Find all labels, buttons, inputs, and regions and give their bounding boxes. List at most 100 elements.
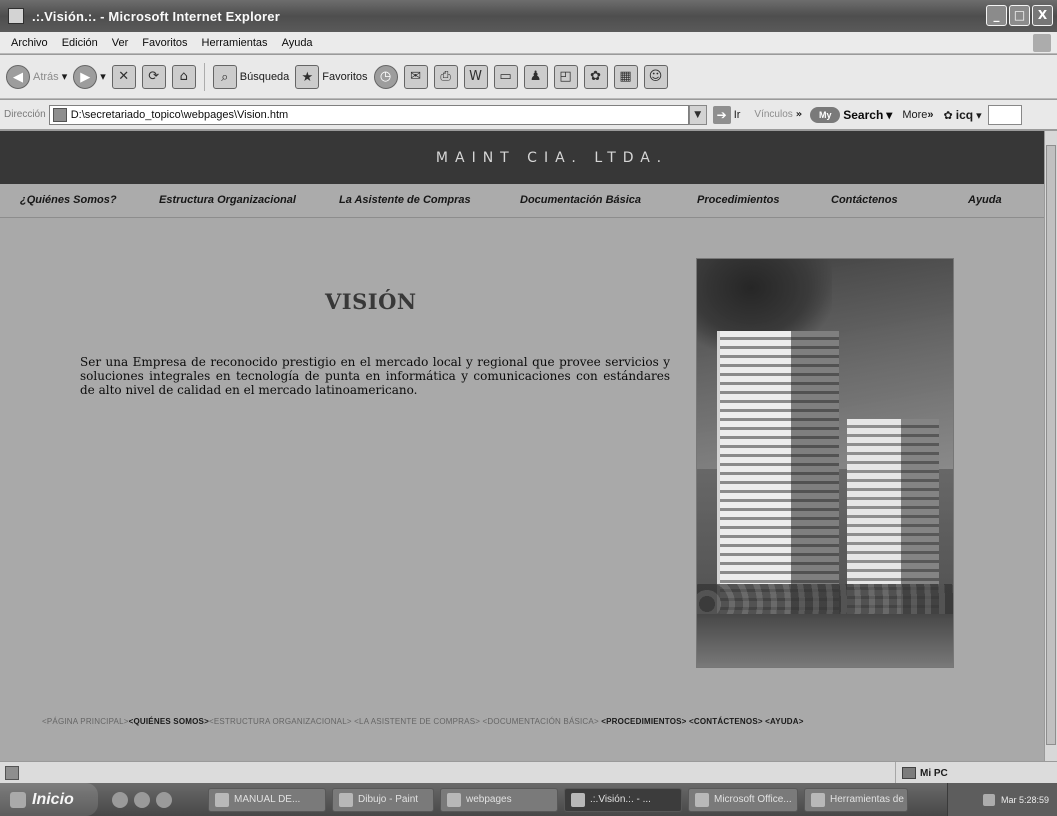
icq-button[interactable]: ✿ icq ▾ [944,108,982,122]
task-herramientas[interactable]: Herramientas de P... [804,787,908,812]
window-title: .:.Visión.:. - Microsoft Internet Explor… [32,8,280,24]
minimize-button[interactable]: _ [986,5,1007,26]
nav-estructura-organizacional[interactable]: Estructura Organizacional [159,194,296,206]
edit-icon[interactable]: W [463,64,488,89]
links-label[interactable]: Vínculos [754,109,792,120]
media-quick-icon[interactable] [156,791,172,808]
print-icon[interactable]: ⎙ [433,64,458,89]
menu-bar: Archivo Edición Ver Favoritos Herramient… [0,32,1057,54]
nav-asistente-compras[interactable]: La Asistente de Compras [339,194,471,206]
refresh-icon[interactable]: ⟳ [141,64,166,89]
office-icon [695,792,709,807]
address-input[interactable]: D:\secretariado_topico\webpages\Vision.h… [48,104,689,125]
menu-ayuda[interactable]: Ayuda [275,37,320,49]
footer-link-pagina-principal[interactable]: <PÁGINA PRINCIPAL> [42,717,129,726]
zone-label: Mi PC [920,767,948,779]
maximize-button[interactable]: □ [1009,5,1030,26]
footer-link-documentacion[interactable]: <DOCUMENTACIÓN BÁSICA> [483,717,599,726]
people-icon[interactable]: ☺ [643,64,668,89]
task-webpages[interactable]: webpages [440,787,558,812]
system-tray: Mar 5:28:59 [947,783,1057,816]
icq-label: icq [955,107,974,122]
nav-ayuda[interactable]: Ayuda [968,194,1002,206]
task-manual[interactable]: MANUAL DE... [208,787,326,812]
footer-link-estructura[interactable]: <ESTRUCTURA ORGANIZACIONAL> [209,717,352,726]
footer-link-contactenos[interactable]: <CONTÁCTENOS> [689,717,763,726]
menu-favoritos[interactable]: Favoritos [135,37,194,49]
mysearch-badge: My [810,106,841,123]
security-zone: Mi PC [895,762,948,784]
nav-procedimientos[interactable]: Procedimientos [697,194,780,206]
more-button[interactable]: More» [902,109,933,121]
site-nav: ¿Quiénes Somos? Estructura Organizaciona… [0,184,1044,218]
menu-ver[interactable]: Ver [105,37,136,49]
address-label: Dirección [4,109,46,120]
word-icon [215,792,229,807]
tool-icon[interactable]: ✿ [583,64,608,89]
close-button[interactable]: X [1032,5,1053,26]
footer-link-quienes-somos[interactable]: <QUIÉNES SOMOS> [129,717,209,726]
windows-flag-icon [10,791,26,808]
menu-archivo[interactable]: Archivo [4,37,55,49]
page-icon [52,107,67,122]
task-vision[interactable]: .:.Visión.:. - ... [564,787,682,812]
site-title: MAINT CIA. LTDA. [435,149,669,166]
back-arrow-icon: ◀ [6,64,30,89]
go-button[interactable]: ➔ Ir [712,105,741,124]
task-office[interactable]: Microsoft Office... [688,787,798,812]
footer-link-asistente[interactable]: <LA ASISTENTE DE COMPRAS> [354,717,480,726]
menu-herramientas[interactable]: Herramientas [195,37,275,49]
ie-quick-icon[interactable] [134,791,150,808]
mysearch-dropdown-icon[interactable]: ▾ [886,108,892,122]
back-button[interactable]: ◀ Atrás ▾ [6,64,68,89]
links-chevron-icon[interactable]: » [796,109,802,120]
building-photo [696,258,954,668]
go-label: Ir [733,108,741,121]
footer-nav: <PÁGINA PRINCIPAL><QUIÉNES SOMOS><ESTRUC… [42,717,804,726]
tools-icon [811,792,825,807]
clock: Mar 5:28:59 [1000,794,1049,805]
status-page-icon [5,765,19,780]
address-dropdown-icon[interactable]: ▼ [688,104,707,125]
mail-icon[interactable]: ✉ [403,64,428,89]
nav-divider [0,217,1044,218]
nav-documentacion-basica[interactable]: Documentación Básica [520,194,641,206]
forward-dropdown-icon[interactable]: ▾ [100,70,106,83]
favorites-label: Favoritos [322,70,368,83]
stop-icon[interactable]: ✕ [111,64,136,89]
volume-icon[interactable] [982,793,995,806]
photo-ground [697,614,953,667]
back-dropdown-icon[interactable]: ▾ [62,70,68,83]
window-controls: _ □ X [986,5,1053,26]
nav-quienes-somos[interactable]: ¿Quiénes Somos? [20,194,117,206]
toolbar-separator [203,62,205,91]
home-icon[interactable]: ⌂ [171,64,196,89]
ie-icon [571,792,585,807]
icq-input[interactable] [987,104,1022,125]
footer-link-ayuda[interactable]: <AYUDA> [765,717,803,726]
my-computer-icon [902,767,916,779]
forward-button[interactable]: ▶ ▾ [73,64,106,89]
ie-app-icon [8,8,24,24]
page-viewport: MAINT CIA. LTDA. ¿Quiénes Somos? Estruct… [0,131,1044,761]
favorites-button[interactable]: ★ Favoritos [295,64,368,89]
grid-icon[interactable]: ▦ [613,64,638,89]
vision-paragraph: Ser una Empresa de reconocido prestigio … [80,355,670,397]
search-button[interactable]: ⌕ Búsqueda [212,64,290,89]
research-icon[interactable]: ◰ [553,64,578,89]
nav-contactenos[interactable]: Contáctenos [831,194,898,206]
quick-launch-icon[interactable] [112,791,128,808]
footer-link-procedimientos[interactable]: <PROCEDIMIENTOS> [601,717,686,726]
folder-icon [447,792,461,807]
start-button[interactable]: Inicio [0,783,98,816]
search-label: Búsqueda [239,70,290,83]
discuss-icon[interactable]: ▭ [493,64,518,89]
mysearch-button[interactable]: My Search ▾ [810,106,892,123]
menu-edicion[interactable]: Edición [55,37,105,49]
scrollbar-thumb[interactable] [1046,145,1056,745]
vertical-scrollbar[interactable] [1044,131,1057,761]
history-icon[interactable]: ◷ [373,64,398,89]
more-label: More [902,108,928,121]
messenger-icon[interactable]: ♟ [523,64,548,89]
task-paint[interactable]: Dibujo - Paint [332,787,434,812]
